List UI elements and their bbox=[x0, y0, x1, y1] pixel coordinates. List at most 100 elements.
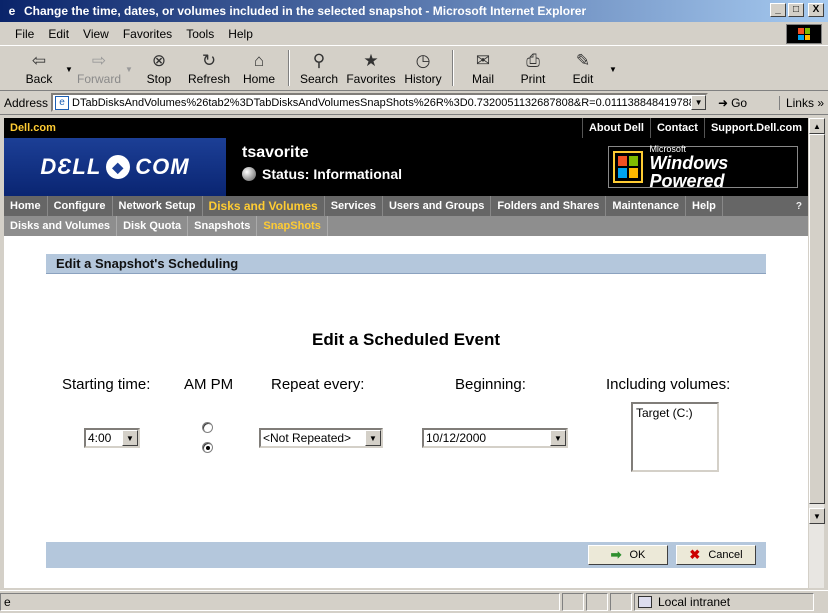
back-button[interactable]: ⇦ Back bbox=[14, 47, 64, 89]
refresh-icon: ↻ bbox=[201, 51, 217, 70]
maximize-button[interactable]: □ bbox=[788, 3, 804, 17]
nav-services[interactable]: Services bbox=[325, 196, 383, 216]
nav-home[interactable]: Home bbox=[4, 196, 48, 216]
status-cell bbox=[562, 593, 584, 611]
subnav-snapshots[interactable]: Snapshots bbox=[188, 216, 258, 236]
forward-dropdown-icon[interactable]: ▼ bbox=[124, 47, 134, 74]
menu-favorites[interactable]: Favorites bbox=[116, 27, 179, 41]
address-dropdown-icon[interactable]: ▼ bbox=[691, 95, 707, 110]
beginning-date-select[interactable]: 10/12/2000 ▼ bbox=[422, 428, 568, 448]
history-label: History bbox=[404, 72, 442, 86]
page-icon: e bbox=[55, 95, 70, 110]
menu-file[interactable]: File bbox=[8, 27, 41, 41]
zone-label: Local intranet bbox=[658, 595, 731, 609]
nav-configure[interactable]: Configure bbox=[48, 196, 113, 216]
back-dropdown-icon[interactable]: ▼ bbox=[64, 47, 74, 74]
windows-powered-logo: Microsoft Windows Powered bbox=[608, 144, 798, 190]
repeat-label: Repeat every: bbox=[271, 376, 365, 393]
menu-view[interactable]: View bbox=[76, 27, 116, 41]
about-dell-link[interactable]: About Dell bbox=[581, 118, 650, 138]
server-name: tsavorite bbox=[242, 144, 309, 161]
edit-dropdown-icon[interactable]: ▼ bbox=[608, 47, 618, 74]
nav-users-and-groups[interactable]: Users and Groups bbox=[383, 196, 492, 216]
address-bar: Address e DTabDisksAndVolumes%26tab2%3DT… bbox=[0, 91, 828, 115]
nav-maintenance[interactable]: Maintenance bbox=[606, 196, 687, 216]
action-bar: ➡ OK ✖ Cancel bbox=[46, 542, 766, 568]
go-button[interactable]: ➜ Go bbox=[718, 96, 747, 110]
history-button[interactable]: ◷ History bbox=[398, 47, 448, 89]
page-viewport: Dell.com About Dell Contact Support.Dell… bbox=[4, 118, 808, 588]
vertical-scrollbar[interactable]: ▲ ▼ bbox=[808, 118, 825, 588]
window-titlebar[interactable]: e Change the time, dates, or volumes inc… bbox=[0, 0, 828, 22]
starting-time-value: 4:00 bbox=[88, 431, 112, 445]
support-link[interactable]: Support.Dell.com bbox=[703, 118, 808, 138]
search-label: Search bbox=[299, 72, 339, 86]
search-icon: ⚲ bbox=[312, 51, 326, 70]
dell-e-icon: ◆ bbox=[106, 155, 131, 179]
mail-button[interactable]: ✉ Mail bbox=[458, 47, 508, 89]
volumes-listbox[interactable]: Target (C:) bbox=[631, 402, 719, 472]
beginning-date-value: 10/12/2000 bbox=[426, 431, 487, 445]
cancel-label: Cancel bbox=[708, 549, 743, 561]
favorites-button[interactable]: ★ Favorites bbox=[344, 47, 398, 89]
stop-button[interactable]: ⊗ Stop bbox=[134, 47, 184, 89]
minimize-button[interactable]: _ bbox=[770, 3, 786, 17]
scroll-thumb[interactable] bbox=[809, 134, 825, 504]
nav-network-setup[interactable]: Network Setup bbox=[113, 196, 203, 216]
status-cell bbox=[586, 593, 608, 611]
stop-icon: ⊗ bbox=[151, 51, 167, 70]
dell-topbar: Dell.com About Dell Contact Support.Dell… bbox=[4, 118, 808, 138]
status-bar: e Local intranet bbox=[0, 590, 828, 613]
pm-radio[interactable] bbox=[202, 442, 213, 453]
back-arrow-icon: ⇦ bbox=[31, 51, 47, 70]
links-button[interactable]: Links » bbox=[778, 95, 824, 110]
intranet-icon bbox=[638, 596, 652, 608]
status-indicator-icon bbox=[242, 167, 256, 181]
print-icon: ⎙ bbox=[526, 51, 540, 70]
menu-edit[interactable]: Edit bbox=[41, 27, 76, 41]
volume-item[interactable]: Target (C:) bbox=[636, 406, 714, 420]
nav-help[interactable]: Help bbox=[686, 196, 723, 216]
menu-tools[interactable]: Tools bbox=[179, 27, 221, 41]
dell-logo-com: COM bbox=[135, 154, 190, 179]
subnav-snapshots-active[interactable]: SnapShots bbox=[257, 216, 328, 236]
secondary-nav: Disks and Volumes Disk Quota Snapshots S… bbox=[4, 216, 808, 236]
address-input[interactable]: e DTabDisksAndVolumes%26tab2%3DTabDisksA… bbox=[51, 93, 709, 112]
status-cell bbox=[610, 593, 632, 611]
chevron-down-icon: ▼ bbox=[550, 430, 566, 446]
close-button[interactable]: X bbox=[808, 3, 824, 17]
security-zone: Local intranet bbox=[634, 593, 814, 611]
dell-logo: DƐLL ◆ COM bbox=[4, 138, 226, 196]
cancel-button[interactable]: ✖ Cancel bbox=[676, 545, 756, 565]
am-radio[interactable] bbox=[202, 422, 213, 433]
toolbar-separator bbox=[288, 50, 290, 86]
refresh-button[interactable]: ↻ Refresh bbox=[184, 47, 234, 89]
dell-com-link[interactable]: Dell.com bbox=[4, 122, 56, 134]
menu-help[interactable]: Help bbox=[221, 27, 260, 41]
window-title: Change the time, dates, or volumes inclu… bbox=[24, 4, 587, 18]
edit-button[interactable]: ✎ Edit bbox=[558, 47, 608, 89]
home-label: Home bbox=[242, 72, 275, 86]
subnav-disk-quota[interactable]: Disk Quota bbox=[117, 216, 189, 236]
repeat-select[interactable]: <Not Repeated> ▼ bbox=[259, 428, 383, 448]
help-question-icon[interactable]: ? bbox=[796, 201, 808, 212]
nav-folders-and-shares[interactable]: Folders and Shares bbox=[491, 196, 607, 216]
status-text: Status: Informational bbox=[262, 166, 403, 182]
subnav-disks-and-volumes[interactable]: Disks and Volumes bbox=[4, 216, 118, 236]
forward-button[interactable]: ⇨ Forward bbox=[74, 47, 124, 89]
address-url: DTabDisksAndVolumes%26tab2%3DTabDisksAnd… bbox=[72, 96, 707, 109]
home-button[interactable]: ⌂ Home bbox=[234, 47, 284, 89]
chevron-down-icon: ▼ bbox=[122, 430, 138, 446]
search-button[interactable]: ⚲ Search bbox=[294, 47, 344, 89]
event-heading: Edit a Scheduled Event bbox=[312, 330, 500, 349]
scroll-down-icon[interactable]: ▼ bbox=[809, 508, 825, 524]
toolbar-separator bbox=[452, 50, 454, 86]
ok-button[interactable]: ➡ OK bbox=[588, 545, 668, 565]
print-button[interactable]: ⎙ Print bbox=[508, 47, 558, 89]
stop-label: Stop bbox=[146, 72, 172, 86]
starting-time-select[interactable]: 4:00 ▼ bbox=[84, 428, 140, 448]
nav-disks-and-volumes[interactable]: Disks and Volumes bbox=[203, 196, 325, 216]
contact-link[interactable]: Contact bbox=[649, 118, 704, 138]
scroll-up-icon[interactable]: ▲ bbox=[809, 118, 825, 134]
go-label: Go bbox=[731, 95, 748, 110]
